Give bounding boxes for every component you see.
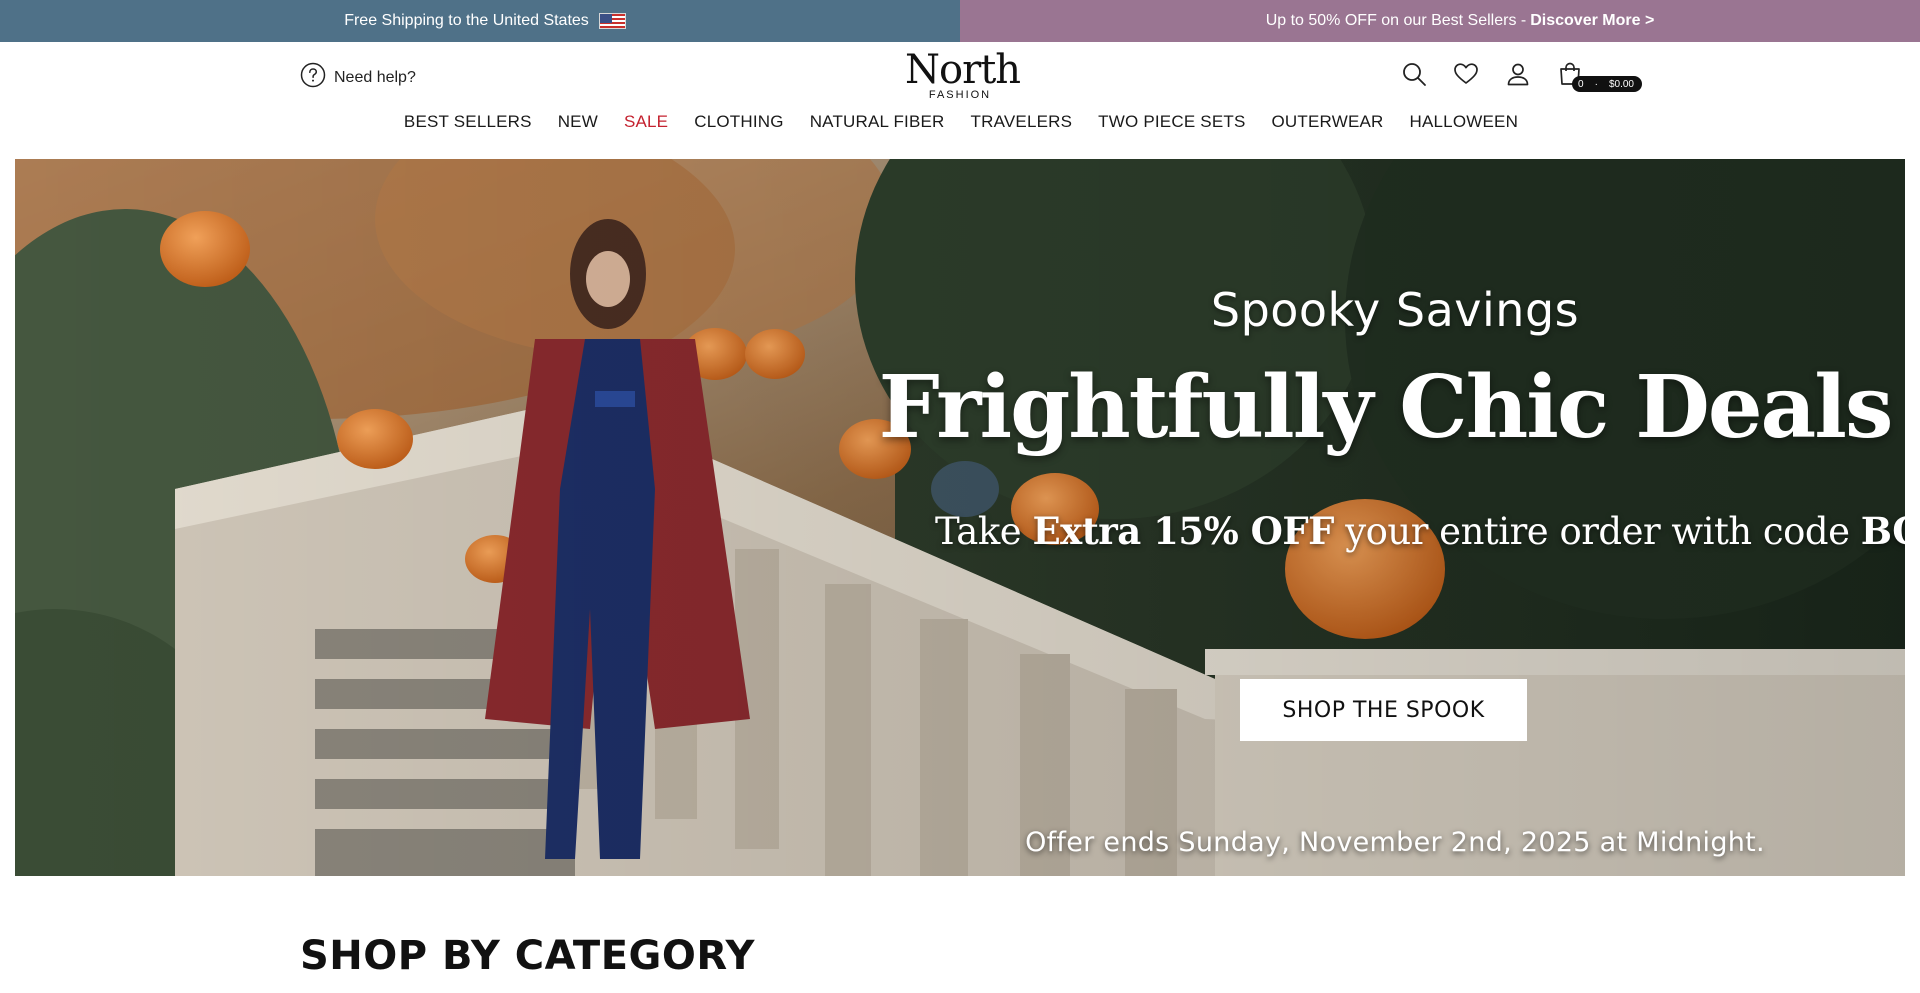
nav-outerwear[interactable]: OUTERWEAR [1259, 108, 1397, 136]
shipping-announcement: Free Shipping to the United States [0, 0, 960, 42]
offer-discount: Extra 15% OFF [1032, 509, 1334, 553]
main-nav: BEST SELLERS NEW SALE CLOTHING NATURAL F… [0, 108, 1920, 136]
cart-separator: · [1594, 78, 1598, 90]
section-title: SHOP BY CATEGORY [300, 933, 755, 979]
hero-banner[interactable]: Spooky Savings Frightfully Chic Deals Ta… [15, 159, 1905, 876]
nav-best-sellers[interactable]: BEST SELLERS [391, 108, 545, 136]
promo-announcement[interactable]: Up to 50% OFF on our Best Sellers - Disc… [960, 0, 1920, 42]
logo[interactable]: North FASHION [905, 47, 1021, 101]
help-link[interactable]: Need help? [300, 62, 416, 93]
site-header: Need help? North FASHION 0 · $0.00 BEST … [0, 42, 1920, 158]
nav-travelers[interactable]: TRAVELERS [958, 108, 1086, 136]
hero-offer: Take Extra 15% OFF your entire order wit… [935, 509, 1905, 553]
nav-natural-fiber[interactable]: NATURAL FIBER [797, 108, 958, 136]
header-icons [1400, 60, 1584, 88]
offer-ends-text: Offer ends Sunday, November 2nd, 2025 at… [1025, 827, 1765, 858]
cart-count: 0 [1578, 78, 1584, 90]
promo-text: Up to 50% OFF on our Best Sellers - [1265, 12, 1527, 29]
nav-sale[interactable]: SALE [611, 108, 681, 136]
hero-overlay: Spooky Savings Frightfully Chic Deals Ta… [15, 159, 1905, 876]
announcement-bar: Free Shipping to the United States Up to… [0, 0, 1920, 42]
nav-halloween[interactable]: HALLOWEEN [1397, 108, 1532, 136]
nav-new[interactable]: NEW [545, 108, 611, 136]
question-icon [300, 62, 326, 93]
offer-code: BOO15 [1860, 509, 1905, 553]
offer-pre: Take [935, 510, 1033, 553]
cart-summary[interactable]: 0 · $0.00 [1572, 76, 1642, 92]
user-icon[interactable] [1504, 60, 1532, 88]
nav-two-piece-sets[interactable]: TWO PIECE SETS [1085, 108, 1258, 136]
shop-the-spook-button[interactable]: SHOP THE SPOOK [1240, 679, 1527, 741]
hero-kicker: Spooky Savings [1210, 283, 1580, 337]
search-icon[interactable] [1400, 60, 1428, 88]
logo-main: North [905, 47, 1021, 93]
help-label: Need help? [334, 68, 416, 86]
nav-clothing[interactable]: CLOTHING [681, 108, 796, 136]
offer-mid: your entire order with code [1333, 510, 1861, 553]
hero-headline: Frightfully Chic Deals [878, 357, 1894, 458]
heart-icon[interactable] [1452, 60, 1480, 88]
discover-more-link[interactable]: Discover More > [1530, 12, 1654, 30]
shipping-text: Free Shipping to the United States [344, 12, 589, 29]
cart-total: $0.00 [1608, 78, 1634, 90]
us-flag-icon [598, 13, 626, 29]
